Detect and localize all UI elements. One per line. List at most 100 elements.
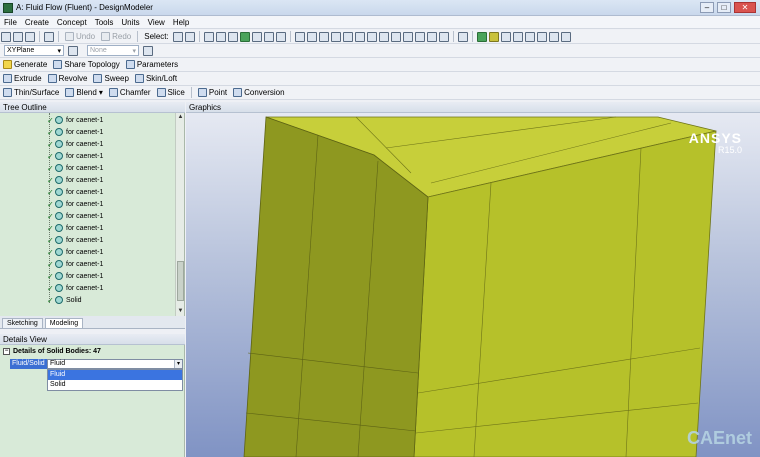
menu-help[interactable]: Help <box>169 18 193 27</box>
scroll-up-icon[interactable]: ▲ <box>176 113 184 122</box>
magnifier-icon[interactable] <box>366 31 377 42</box>
close-icon[interactable]: ✕ <box>734 2 756 13</box>
maximize-icon[interactable]: □ <box>717 2 731 13</box>
option-fluid[interactable]: Fluid <box>48 370 182 380</box>
tree-item[interactable]: ✓ for caenet-1 <box>47 126 103 138</box>
open-icon[interactable] <box>13 31 23 42</box>
sketch-select[interactable]: None ▾ <box>87 45 139 56</box>
select-filter-icon[interactable] <box>184 31 195 42</box>
select-edges-icon[interactable] <box>215 31 226 42</box>
new-plane-icon[interactable] <box>68 45 78 56</box>
isometric-view-icon[interactable] <box>402 31 413 42</box>
display-color-icon[interactable] <box>488 31 499 42</box>
point-marker-icon[interactable] <box>438 31 449 42</box>
tree-item[interactable]: ✓ for caenet-1 <box>47 198 103 210</box>
slice-button[interactable]: Slice <box>154 87 188 99</box>
zoom-fit-icon[interactable] <box>354 31 365 42</box>
scrollbar-thumb[interactable] <box>177 261 184 301</box>
zoom-box-icon[interactable] <box>342 31 353 42</box>
tree-item[interactable]: ✓ for caenet-1 <box>47 222 103 234</box>
display-model-icon[interactable] <box>426 31 437 42</box>
save-icon[interactable] <box>25 31 35 42</box>
tree-item[interactable]: ✓ for caenet-1 <box>47 246 103 258</box>
option-solid[interactable]: Solid <box>48 380 182 390</box>
select-bodies-icon[interactable] <box>239 31 250 42</box>
tab-sketching[interactable]: Sketching <box>2 318 43 328</box>
blend-button[interactable]: Blend ▾ <box>62 87 105 99</box>
graphics-viewport[interactable]: Graphics ANSYS R15.0 CAEnet <box>186 102 760 457</box>
conversion-button[interactable]: Conversion <box>230 87 287 99</box>
fluid-solid-select[interactable]: Fluid ▾ <box>47 359 183 369</box>
display-plane-icon[interactable] <box>414 31 425 42</box>
select-faces-icon[interactable] <box>227 31 238 42</box>
zoom-in-icon[interactable] <box>330 31 341 42</box>
pin-icon[interactable] <box>548 31 559 42</box>
tree-item[interactable]: ✓ for caenet-1 <box>47 138 103 150</box>
collapse-icon[interactable]: − <box>3 348 10 355</box>
solid-body-icon <box>55 236 63 244</box>
generate-button[interactable]: Generate <box>0 59 50 71</box>
tree-item[interactable]: ✓ for caenet-1 <box>47 162 103 174</box>
tree-item[interactable]: ✓ Solid <box>47 294 82 306</box>
parameters-button[interactable]: Parameters <box>123 59 181 71</box>
redo-button[interactable]: Redo <box>98 31 134 43</box>
previous-view-icon[interactable] <box>378 31 389 42</box>
box-select-icon[interactable] <box>263 31 274 42</box>
zoom-icon[interactable] <box>318 31 329 42</box>
edge-joint-icon[interactable] <box>512 31 523 42</box>
extrude-button[interactable]: Extrude <box>0 73 45 85</box>
screenshot-icon[interactable] <box>44 31 54 42</box>
scroll-down-icon[interactable]: ▼ <box>176 307 184 316</box>
undo-button[interactable]: Undo <box>62 31 98 43</box>
edge-direction-icon[interactable] <box>500 31 511 42</box>
tab-modeling[interactable]: Modeling <box>44 318 84 328</box>
revolve-button[interactable]: Revolve <box>45 73 91 85</box>
pan-icon[interactable] <box>306 31 317 42</box>
menu-view[interactable]: View <box>144 18 169 27</box>
select-mode-icon[interactable] <box>172 31 183 42</box>
minimize-icon[interactable]: – <box>700 2 714 13</box>
triad-icon[interactable] <box>560 31 571 42</box>
thin-surface-button[interactable]: Thin/Surface <box>0 87 62 99</box>
tree-item[interactable]: ✓ for caenet-1 <box>47 174 103 186</box>
details-section[interactable]: − Details of Solid Bodies: 47 <box>3 348 101 355</box>
look-at-icon[interactable] <box>457 31 468 42</box>
tree-item[interactable]: ✓ for caenet-1 <box>47 270 103 282</box>
rotate-icon[interactable] <box>294 31 305 42</box>
tree-item[interactable]: ✓ for caenet-1 <box>47 210 103 222</box>
skin-loft-button[interactable]: Skin/Loft <box>132 73 180 85</box>
tree-item-label: for caenet-1 <box>66 128 104 136</box>
chevron-down-icon[interactable]: ▾ <box>174 360 182 368</box>
menu-file[interactable]: File <box>0 18 21 27</box>
sweep-button[interactable]: Sweep <box>90 73 131 85</box>
point-button[interactable]: Point <box>195 87 230 99</box>
select-points-icon[interactable] <box>203 31 214 42</box>
details-section-title: Details of Solid Bodies: 47 <box>13 348 101 355</box>
menu-concept[interactable]: Concept <box>53 18 91 27</box>
vertex-icon[interactable] <box>524 31 535 42</box>
tree-item[interactable]: ✓ for caenet-1 <box>47 258 103 270</box>
extend-selection-icon[interactable] <box>251 31 262 42</box>
check-icon: ✓ <box>47 235 54 245</box>
chamfer-button[interactable]: Chamfer <box>106 87 154 99</box>
tree-item[interactable]: ✓ for caenet-1 <box>47 114 103 126</box>
tree-item[interactable]: ✓ for caenet-1 <box>47 282 103 294</box>
display-edges-icon[interactable] <box>476 31 487 42</box>
next-view-icon[interactable] <box>390 31 401 42</box>
menu-units[interactable]: Units <box>117 18 143 27</box>
check-icon: ✓ <box>47 247 54 257</box>
share-topology-label: Share Topology <box>64 60 120 69</box>
tree-item[interactable]: ✓ for caenet-1 <box>47 150 103 162</box>
tree-scrollbar[interactable]: ▲ ▼ <box>175 113 184 316</box>
new-sketch-icon[interactable] <box>143 45 153 56</box>
named-selection-icon[interactable] <box>536 31 547 42</box>
menu-create[interactable]: Create <box>21 18 53 27</box>
new-icon[interactable] <box>1 31 11 42</box>
plane-select[interactable]: XYPlane ▾ <box>4 45 64 56</box>
menu-tools[interactable]: Tools <box>91 18 118 27</box>
tree-item[interactable]: ✓ for caenet-1 <box>47 234 103 246</box>
share-topology-button[interactable]: Share Topology <box>50 59 122 71</box>
fit-selection-icon[interactable] <box>275 31 286 42</box>
tree-item[interactable]: ✓ for caenet-1 <box>47 186 103 198</box>
extrude-label: Extrude <box>14 74 42 83</box>
